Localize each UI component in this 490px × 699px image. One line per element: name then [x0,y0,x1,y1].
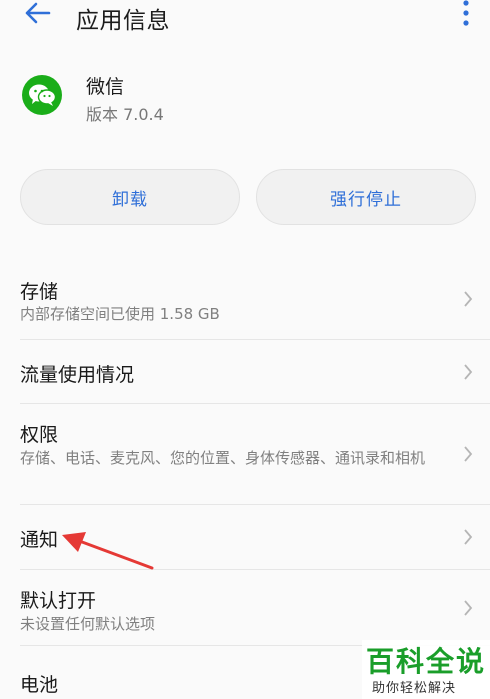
watermark-logo: 百科全说 助你轻松解决 [362,640,490,699]
settings-item-title: 存储 [20,281,59,303]
settings-item-subtitle: 存储、电话、麦克风、您的位置、身体传感器、通讯录和相机 [20,449,426,467]
app-bar: 应用信息 [0,0,490,34]
page-title: 应用信息 [76,8,170,34]
chevron-right-icon [462,444,474,464]
settings-item-title: 权限 [20,424,59,446]
uninstall-button[interactable]: 卸载 [20,169,240,225]
wechat-icon [22,75,62,115]
back-button[interactable] [20,0,54,30]
settings-item-title: 流量使用情况 [20,364,135,386]
app-name: 微信 [86,76,125,98]
chevron-right-icon [462,598,474,618]
more-vertical-icon [463,0,469,30]
settings-item-title: 默认打开 [20,590,97,612]
chevron-right-icon [462,362,474,382]
settings-item-open-by-default[interactable]: 默认打开 未设置任何默认选项 [0,570,490,645]
settings-item-title: 通知 [20,529,59,551]
chevron-right-icon [462,289,474,309]
force-stop-button[interactable]: 强行停止 [256,169,476,225]
settings-item-permissions[interactable]: 权限 存储、电话、麦克风、您的位置、身体传感器、通讯录和相机 [0,404,490,504]
settings-item-storage[interactable]: 存储 内部存储空间已使用 1.58 GB [0,265,490,339]
watermark-title: 百科全说 [366,645,487,678]
watermark-subtitle: 助你轻松解决 [372,681,457,696]
annotation-arrow-icon [60,526,156,576]
arrow-back-icon [23,1,51,29]
settings-item-data-usage[interactable]: 流量使用情况 [0,340,490,403]
app-version: 版本 7.0.4 [86,105,164,124]
more-options-button[interactable] [456,0,476,30]
settings-item-subtitle: 未设置任何默认选项 [20,615,156,633]
settings-item-title: 电池 [20,674,59,696]
chevron-right-icon [462,527,474,547]
settings-item-subtitle: 内部存储空间已使用 1.58 GB [20,305,220,323]
